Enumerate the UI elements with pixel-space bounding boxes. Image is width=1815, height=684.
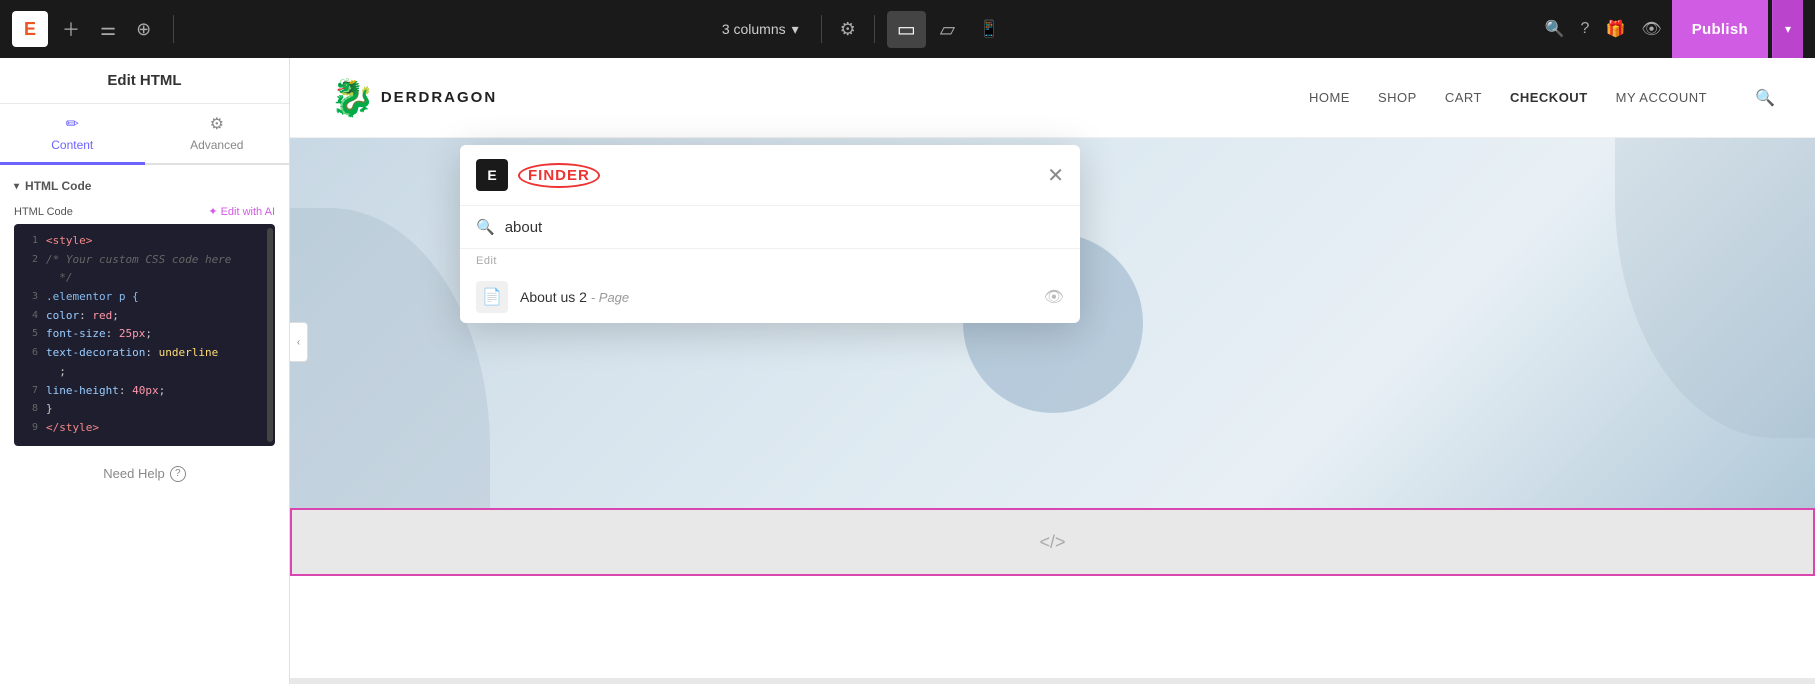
finder-result-type: - Page	[591, 290, 629, 305]
nav-link-myaccount[interactable]: MY ACCOUNT	[1616, 90, 1707, 105]
dragon-icon: 🐉	[330, 77, 375, 119]
finder-search-input[interactable]	[505, 219, 1064, 236]
finder-logo: E	[476, 159, 508, 191]
finder-result-eye-icon[interactable]: 👁	[1044, 287, 1064, 307]
finder-search-row: 🔍	[460, 206, 1080, 249]
code-scrollbar[interactable]	[267, 228, 273, 442]
mobile-view-button[interactable]: 📱	[969, 13, 1009, 45]
code-line-4: 4 color: red;	[22, 307, 267, 326]
need-help[interactable]: Need Help ?	[14, 466, 275, 482]
finder-close-button[interactable]: ✕	[1047, 163, 1064, 188]
help-icon: ?	[170, 466, 186, 482]
elementor-logo[interactable]: E	[12, 11, 48, 47]
finder-result-name: About us 2 - Page	[520, 289, 1032, 305]
panel-tabs: ✏ Content ⚙ Advanced	[0, 104, 289, 165]
content-tab-icon: ✏	[66, 114, 79, 134]
code-line-9: 9 </style>	[22, 419, 267, 438]
code-line-2: 2 /* Your custom CSS code here	[22, 251, 267, 270]
html-block-icon: </>	[1039, 532, 1065, 553]
finder-result-name-text: About us 2	[520, 289, 587, 305]
toolbar-right: 🔍 ? 🎁 👁 Publish ▾	[1539, 0, 1803, 58]
finder-result-item[interactable]: 📄 About us 2 - Page 👁	[460, 271, 1080, 323]
publish-button[interactable]: Publish	[1672, 0, 1768, 58]
advanced-tab-label: Advanced	[190, 138, 243, 152]
panel-title: Edit HTML	[0, 58, 289, 104]
code-label-text: HTML Code	[14, 206, 73, 218]
code-line-6b: ;	[22, 363, 267, 382]
tab-content[interactable]: ✏ Content	[0, 104, 145, 165]
help-button[interactable]: ?	[1575, 14, 1596, 44]
publish-dropdown-button[interactable]: ▾	[1772, 0, 1803, 58]
desktop-view-button[interactable]: ▭	[887, 11, 926, 48]
nav-link-cart[interactable]: CART	[1445, 90, 1482, 105]
finder-header: E FINDER ✕	[460, 145, 1080, 206]
tablet-view-button[interactable]: ▱	[930, 11, 965, 48]
nav-link-home[interactable]: HOME	[1309, 90, 1350, 105]
nav-link-checkout[interactable]: CHECKOUT	[1510, 90, 1588, 105]
code-line-8: 8 }	[22, 400, 267, 419]
finder-dialog: E FINDER ✕ 🔍 Edit 📄 About us 2 - Page 👁	[460, 145, 1080, 323]
gift-button[interactable]: 🎁	[1599, 13, 1631, 45]
need-help-label: Need Help	[103, 466, 164, 481]
preview-button[interactable]: 👁	[1635, 13, 1667, 45]
hero-shape-right	[1615, 138, 1815, 438]
finder-result-page-icon: 📄	[476, 281, 508, 313]
layers-button[interactable]: ⊕	[130, 13, 157, 46]
nav-link-shop[interactable]: SHOP	[1378, 90, 1417, 105]
finder-logo-letter: E	[487, 167, 496, 183]
finder-search-icon: 🔍	[476, 218, 495, 236]
add-element-button[interactable]: ＋	[56, 10, 86, 48]
gear-button[interactable]: ⚙	[834, 13, 862, 46]
code-line-7: 7 line-height: 40px;	[22, 382, 267, 401]
code-line-2b: */	[22, 269, 267, 288]
navigator-button[interactable]: ⚌	[94, 13, 122, 46]
finder-section-label: Edit	[460, 249, 1080, 271]
edit-with-ai-button[interactable]: ✦ Edit with AI	[208, 205, 275, 218]
code-line-1: 1 <style>	[22, 232, 267, 251]
chevron-down-icon: ▾	[792, 21, 799, 38]
search-button[interactable]: 🔍	[1539, 13, 1571, 45]
advanced-tab-icon: ⚙	[210, 114, 224, 134]
code-line-3: 3 .elementor p {	[22, 288, 267, 307]
code-line-6: 6 text-decoration: underline	[22, 344, 267, 363]
code-line-5: 5 font-size: 25px;	[22, 325, 267, 344]
site-logo: 🐉 DERDRAGON	[330, 77, 497, 119]
site-navigation: 🐉 DERDRAGON HOME SHOP CART CHECKOUT MY A…	[290, 58, 1815, 138]
nav-search-icon[interactable]: 🔍	[1755, 88, 1775, 108]
toolbar-separator-2	[821, 15, 822, 43]
finder-brand-label: FINDER	[518, 163, 600, 188]
toolbar-separator-1	[173, 15, 174, 43]
nav-links: HOME SHOP CART CHECKOUT MY ACCOUNT 🔍	[1309, 88, 1775, 108]
logo-text: DERDRAGON	[381, 89, 497, 106]
columns-label: 3 columns	[722, 21, 786, 37]
content-tab-label: Content	[51, 138, 93, 152]
tab-advanced[interactable]: ⚙ Advanced	[145, 104, 290, 165]
logo-letter: E	[24, 19, 36, 40]
left-panel: Edit HTML ✏ Content ⚙ Advanced HTML Code…	[0, 58, 290, 684]
panel-collapse-button[interactable]: ‹	[290, 322, 308, 362]
html-code-block[interactable]: </>	[290, 508, 1815, 576]
code-label-row: HTML Code ✦ Edit with AI	[14, 205, 275, 218]
toolbar-center: 3 columns ▾ ⚙ ▭ ▱ 📱	[190, 11, 1530, 48]
section-title: HTML Code	[14, 179, 275, 193]
top-toolbar: E ＋ ⚌ ⊕ 3 columns ▾ ⚙ ▭ ▱ 📱 🔍 ? 🎁 👁 Publ…	[0, 0, 1815, 58]
toolbar-separator-3	[874, 15, 875, 43]
panel-content: HTML Code HTML Code ✦ Edit with AI 1 <st…	[0, 165, 289, 684]
code-editor[interactable]: 1 <style> 2 /* Your custom CSS code here…	[14, 224, 275, 446]
columns-selector[interactable]: 3 columns ▾	[712, 15, 809, 44]
